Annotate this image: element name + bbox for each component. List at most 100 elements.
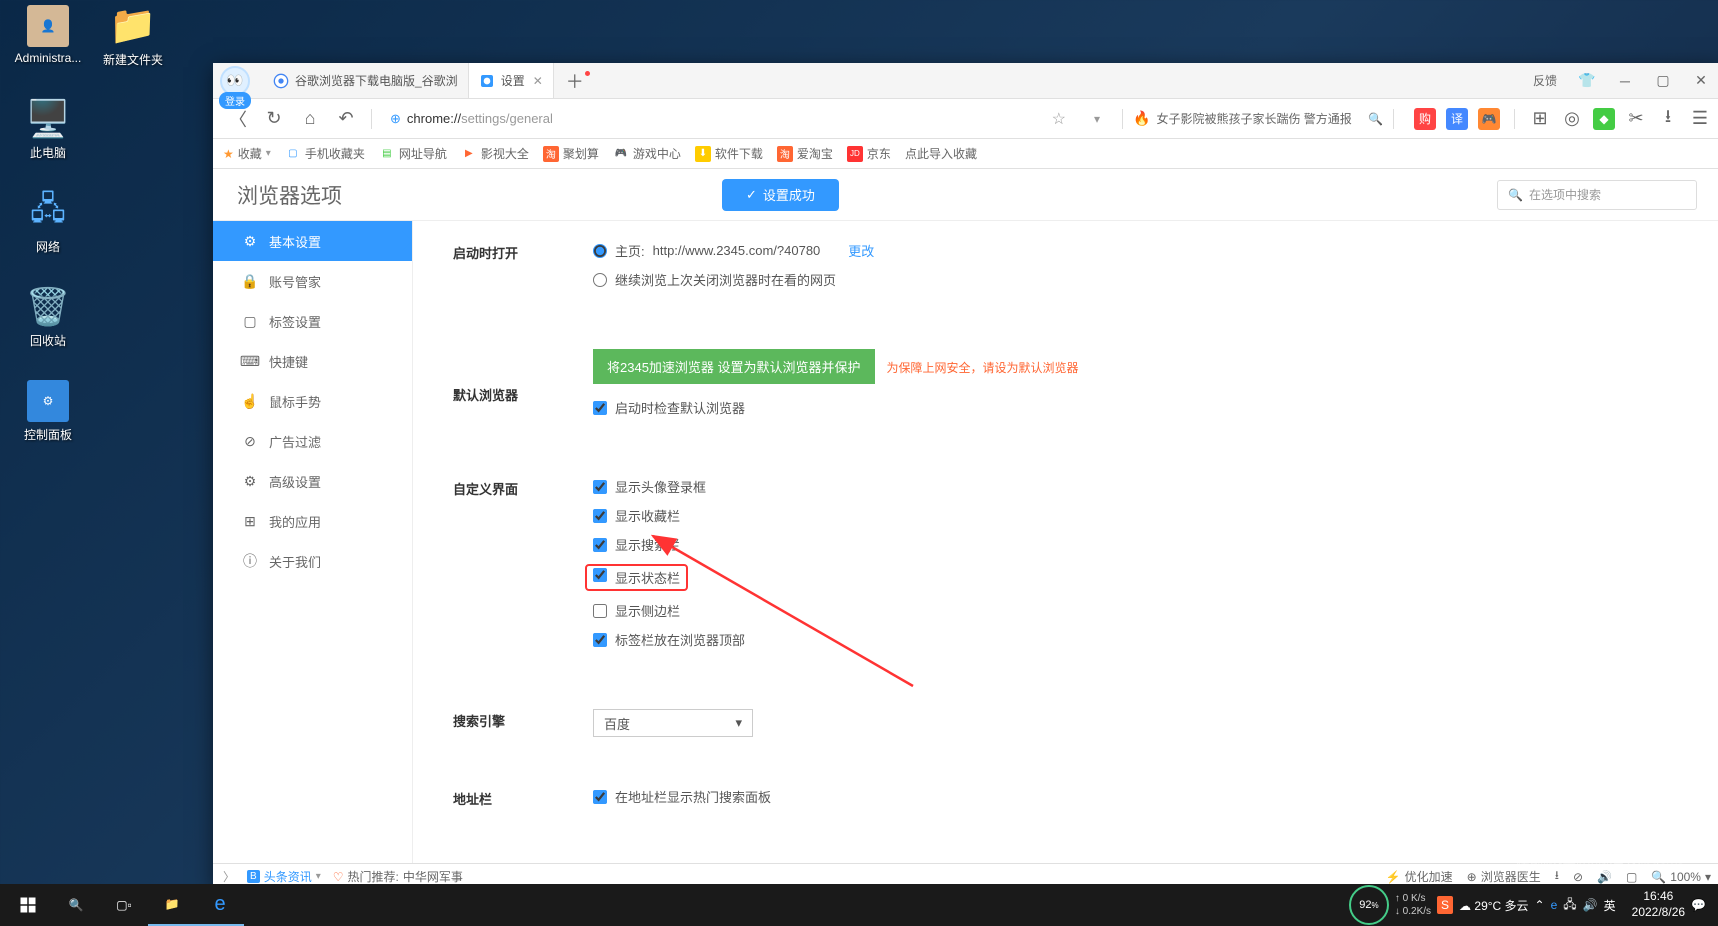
translate-button[interactable]: 译 xyxy=(1446,108,1468,130)
set-default-button[interactable]: 将2345加速浏览器 设置为默认浏览器并保护 xyxy=(593,349,875,384)
hot-link[interactable]: ♡热门推荐:中华网军事 xyxy=(333,868,463,885)
tray-chevron-icon[interactable]: ⌃ xyxy=(1535,898,1545,912)
settings-search-input[interactable]: 🔍在选项中搜索 xyxy=(1497,180,1697,210)
refresh-icon[interactable]: ◎ xyxy=(1561,108,1583,130)
radio-homepage[interactable] xyxy=(593,244,607,258)
news-link[interactable]: B头条资讯▾ xyxy=(247,868,321,885)
bookmark-games[interactable]: 🎮游戏中心 xyxy=(613,145,681,162)
search-icon[interactable]: 🔍 xyxy=(1368,112,1383,126)
skin-icon[interactable]: 👕 xyxy=(1571,67,1603,95)
sidebar-item-basic[interactable]: ⚙基本设置 xyxy=(213,221,412,261)
desktop-icon-network[interactable]: 🖧网络 xyxy=(10,192,86,255)
taskbar: 🔍 ▢▫ 📁 e 92% ↑ 0 K/s↓ 0.2K/s S ☁ 29°C 多云… xyxy=(0,884,1718,926)
download-icon[interactable]: ⭳ xyxy=(1657,108,1679,130)
explorer-button[interactable]: 📁 xyxy=(148,884,196,926)
gear-icon xyxy=(479,73,495,89)
tray-sound-icon[interactable]: 🔊 xyxy=(1583,898,1598,912)
bookmark-download[interactable]: ⬇软件下载 xyxy=(695,145,763,162)
check-tabtop[interactable] xyxy=(593,633,607,647)
feedback-link[interactable]: 反馈 xyxy=(1533,72,1557,89)
sidebar-item-account[interactable]: 🔒账号管家 xyxy=(213,261,412,301)
shop-button[interactable]: 购 xyxy=(1414,108,1436,130)
check-sidebar[interactable] xyxy=(593,604,607,618)
gesture-icon: ☝ xyxy=(241,392,259,410)
bookmark-jd[interactable]: JD京东 xyxy=(847,145,891,162)
success-banner: ✓设置成功 xyxy=(722,179,839,211)
game-icon[interactable]: 🎮 xyxy=(1478,108,1500,130)
net-speed: ↑ 0 K/s↓ 0.2K/s xyxy=(1395,892,1431,918)
search-button[interactable]: 🔍 xyxy=(52,884,100,926)
bookmark-juhuasuan[interactable]: 淘聚划算 xyxy=(543,145,599,162)
star-icon[interactable]: ☆ xyxy=(1052,109,1066,129)
tray-weather[interactable]: ☁ 29°C 多云 xyxy=(1459,897,1529,914)
check-hotword[interactable] xyxy=(593,790,607,804)
radio-continue[interactable] xyxy=(593,273,607,287)
new-tab-button[interactable]: ＋ xyxy=(554,63,596,98)
bookmark-nav[interactable]: ▤网址导航 xyxy=(379,145,447,162)
hot-search-icon: 🔥 xyxy=(1133,110,1150,127)
bookmark-favorites[interactable]: ★收藏▾ xyxy=(223,145,271,162)
sidebar-item-adblock[interactable]: ⊘广告过滤 xyxy=(213,421,412,461)
search-icon: 🔍 xyxy=(1508,188,1523,202)
search-engine-select[interactable]: 百度▾ xyxy=(593,709,753,737)
sidebar-item-advanced[interactable]: ⚙高级设置 xyxy=(213,461,412,501)
rocket-icon: ⚡ xyxy=(1386,870,1401,884)
desktop-icon-controlpanel[interactable]: ⚙控制面板 xyxy=(10,380,86,443)
sidebar-item-shortcuts[interactable]: ⌨快捷键 xyxy=(213,341,412,381)
perf-gauge[interactable]: 92% xyxy=(1349,885,1389,925)
apps-icon: ⊞ xyxy=(241,512,259,530)
undo-button[interactable]: ↶ xyxy=(331,104,361,134)
tab-settings[interactable]: 设置 ✕ xyxy=(469,63,554,98)
edit-homepage-link[interactable]: 更改 xyxy=(848,241,874,260)
tray-ime[interactable]: 英 xyxy=(1604,897,1616,914)
taskview-button[interactable]: ▢▫ xyxy=(100,884,148,926)
edge-button[interactable]: e xyxy=(196,884,244,926)
keyboard-icon: ⌨ xyxy=(241,352,259,370)
notification-icon[interactable]: 💬 xyxy=(1691,898,1706,912)
maximize-button[interactable]: ▢ xyxy=(1647,67,1679,95)
scissors-icon[interactable]: ✂ xyxy=(1625,108,1647,130)
desktop-icon-administrator[interactable]: 👤Administra... xyxy=(10,5,86,65)
sidebar-item-apps[interactable]: ⊞我的应用 xyxy=(213,501,412,541)
desktop-icon-thispc[interactable]: 🖥️此电脑 xyxy=(10,98,86,161)
bookmark-video[interactable]: ▶影视大全 xyxy=(461,145,529,162)
close-button[interactable]: ✕ xyxy=(1685,67,1717,95)
bookmark-mobile[interactable]: ▢手机收藏夹 xyxy=(285,145,365,162)
menu-icon[interactable]: ☰ xyxy=(1689,108,1711,130)
tray-network-icon[interactable]: 🖧 xyxy=(1563,895,1576,916)
expand-icon[interactable]: 〉 xyxy=(223,868,235,885)
tab-chrome-download[interactable]: 谷歌浏览器下载电脑版_谷歌浏 xyxy=(263,63,469,98)
default-warning: 为保障上网安全，请设为默认浏览器 xyxy=(887,361,1079,375)
chevron-down-icon[interactable]: ▾ xyxy=(1082,104,1112,134)
close-icon[interactable]: ✕ xyxy=(533,74,543,88)
desktop-icon-recycle[interactable]: 🗑️回收站 xyxy=(10,286,86,349)
avatar-login[interactable]: 👀 登录 xyxy=(217,63,253,99)
check-avatar[interactable] xyxy=(593,480,607,494)
green-icon[interactable]: ◆ xyxy=(1593,108,1615,130)
tray-app1-icon[interactable]: S xyxy=(1437,896,1453,914)
optimize-link[interactable]: ⚡优化加速 xyxy=(1386,868,1453,885)
sidebar-item-gestures[interactable]: ☝鼠标手势 xyxy=(213,381,412,421)
sidebar-item-tabs[interactable]: ▢标签设置 xyxy=(213,301,412,341)
start-button[interactable] xyxy=(4,884,52,926)
search-input[interactable]: 🔥 女子影院被熊孩子家长踹伤 警方通报 🔍 xyxy=(1133,106,1383,132)
check-favorites[interactable] xyxy=(593,509,607,523)
settings-header: 浏览器选项 ✓设置成功 🔍在选项中搜索 xyxy=(213,169,1718,221)
bookmark-import[interactable]: 点此导入收藏 xyxy=(905,145,977,162)
tab-icon: ▢ xyxy=(241,312,259,330)
check-status[interactable] xyxy=(593,568,607,582)
tray-edge-icon[interactable]: e xyxy=(1551,898,1558,912)
medical-icon: ⊕ xyxy=(1467,870,1477,884)
desktop-icon-newfolder[interactable]: 📁新建文件夹 xyxy=(95,5,171,68)
grid-icon[interactable]: ⊞ xyxy=(1529,108,1551,130)
sidebar-item-about[interactable]: ⓘ关于我们 xyxy=(213,541,412,581)
section-startup-label: 启动时打开 xyxy=(453,241,593,299)
check-startup-default[interactable] xyxy=(593,401,607,415)
check-search[interactable] xyxy=(593,538,607,552)
minimize-button[interactable]: ─ xyxy=(1609,67,1641,95)
reload-button[interactable]: ↻ xyxy=(259,104,289,134)
tray-clock[interactable]: 16:462022/8/26 xyxy=(1632,889,1685,920)
home-button[interactable]: ⌂ xyxy=(295,104,325,134)
bookmark-taobao[interactable]: 淘爱淘宝 xyxy=(777,145,833,162)
url-input[interactable]: ⊕ chrome://settings/general xyxy=(382,105,812,133)
